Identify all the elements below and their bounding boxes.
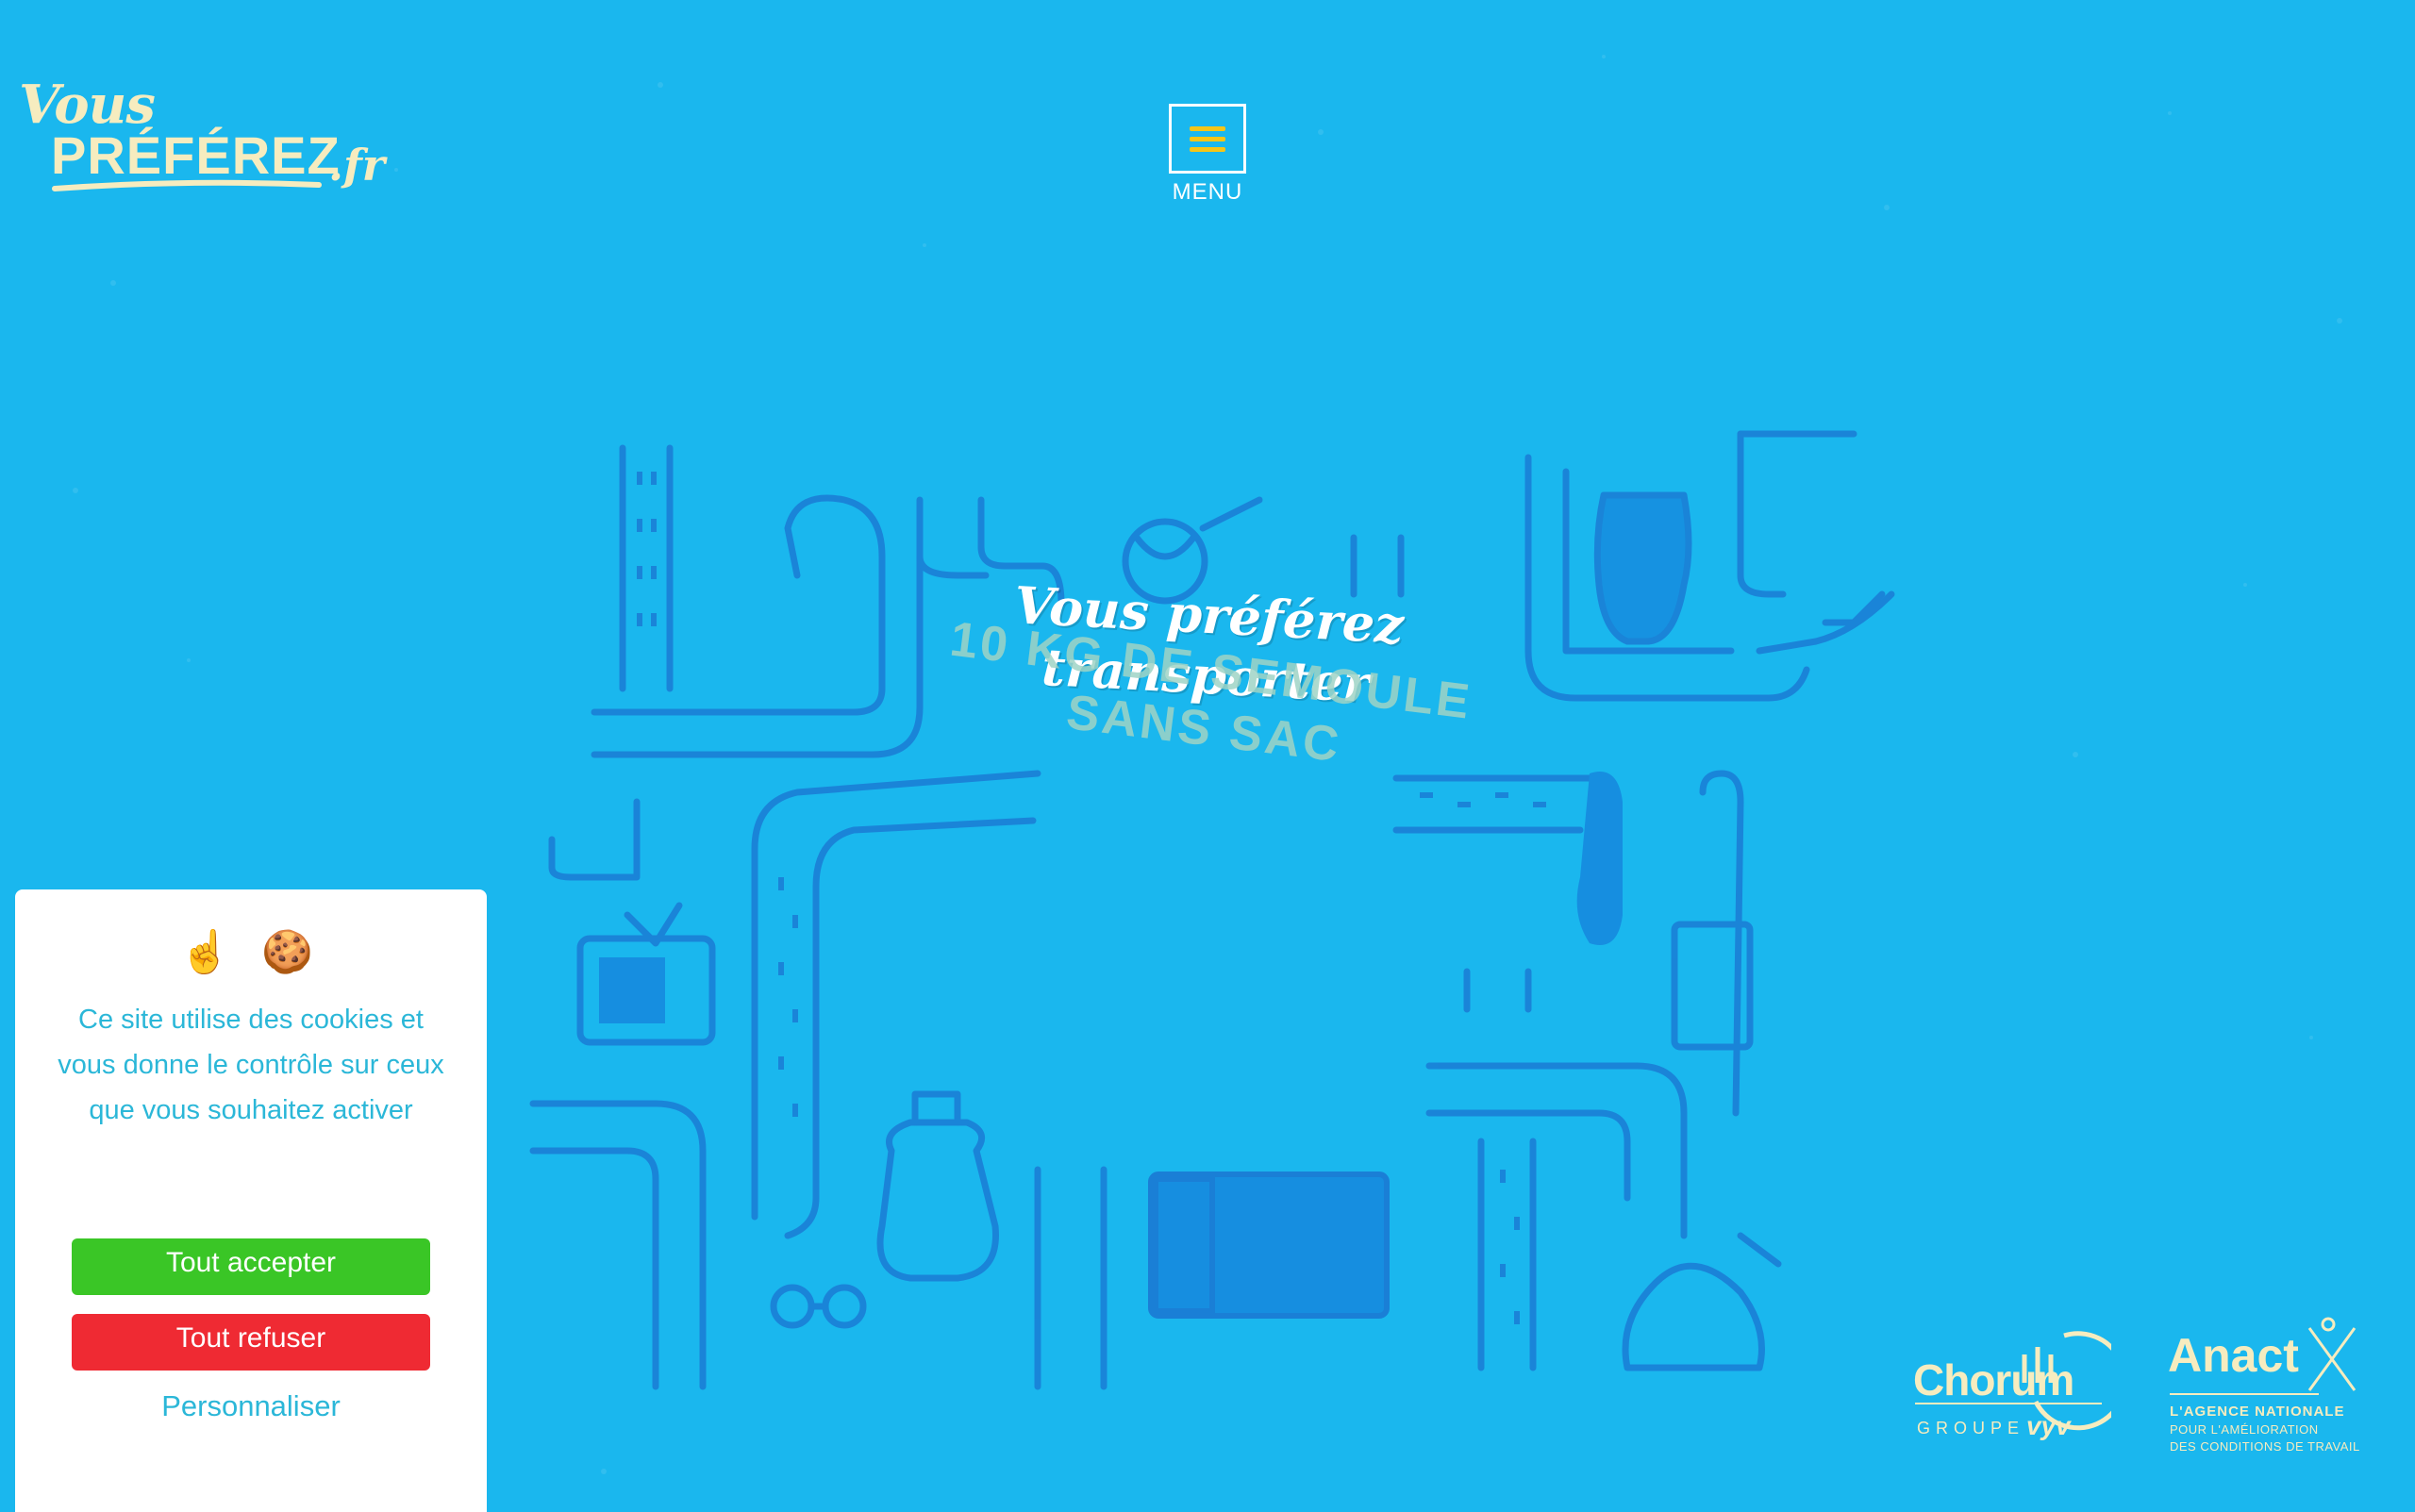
refuse-all-button[interactable]: Tout refuser [72, 1314, 430, 1371]
cookie-message: Ce site utilise des cookies et vous donn… [58, 1005, 444, 1125]
chorum-groupe: GROUPE [1917, 1419, 2025, 1437]
menu-button[interactable]: MENU [1166, 104, 1249, 206]
customize-link[interactable]: Personnaliser [72, 1389, 430, 1423]
chorum-vyv: vyv [2026, 1411, 2071, 1440]
anact-line1: L'AGENCE NATIONALE [2170, 1404, 2345, 1420]
logo-preferez: PRÉFÉREZ [51, 125, 341, 185]
site-logo[interactable]: Vous PRÉFÉREZ .fr [17, 74, 394, 206]
cookie-consent-panel: ☝️ 🍪 Ce site utilise des cookies et vous… [15, 889, 487, 1512]
logo-suffix: .fr [328, 140, 386, 191]
cookie-emoji-icons: ☝️ 🍪 [179, 929, 323, 975]
anact-line3: DES CONDITIONS DE TRAVAIL [2170, 1439, 2360, 1454]
chorum-name: Chorum [1913, 1355, 2074, 1404]
hero-illustration [529, 430, 1895, 1390]
accept-all-button[interactable]: Tout accepter [72, 1238, 430, 1295]
anact-name: Anact [2168, 1329, 2299, 1382]
hamburger-icon[interactable] [1169, 104, 1246, 174]
chorum-logo[interactable]: Chorum GROUPE vyv [1913, 1317, 2111, 1449]
anact-line2: POUR L'AMÉLIORATION [2170, 1422, 2319, 1437]
menu-label: MENU [1172, 179, 1243, 205]
anact-logo[interactable]: Anact L'AGENCE NATIONALE POUR L'AMÉLIORA… [2168, 1317, 2375, 1458]
